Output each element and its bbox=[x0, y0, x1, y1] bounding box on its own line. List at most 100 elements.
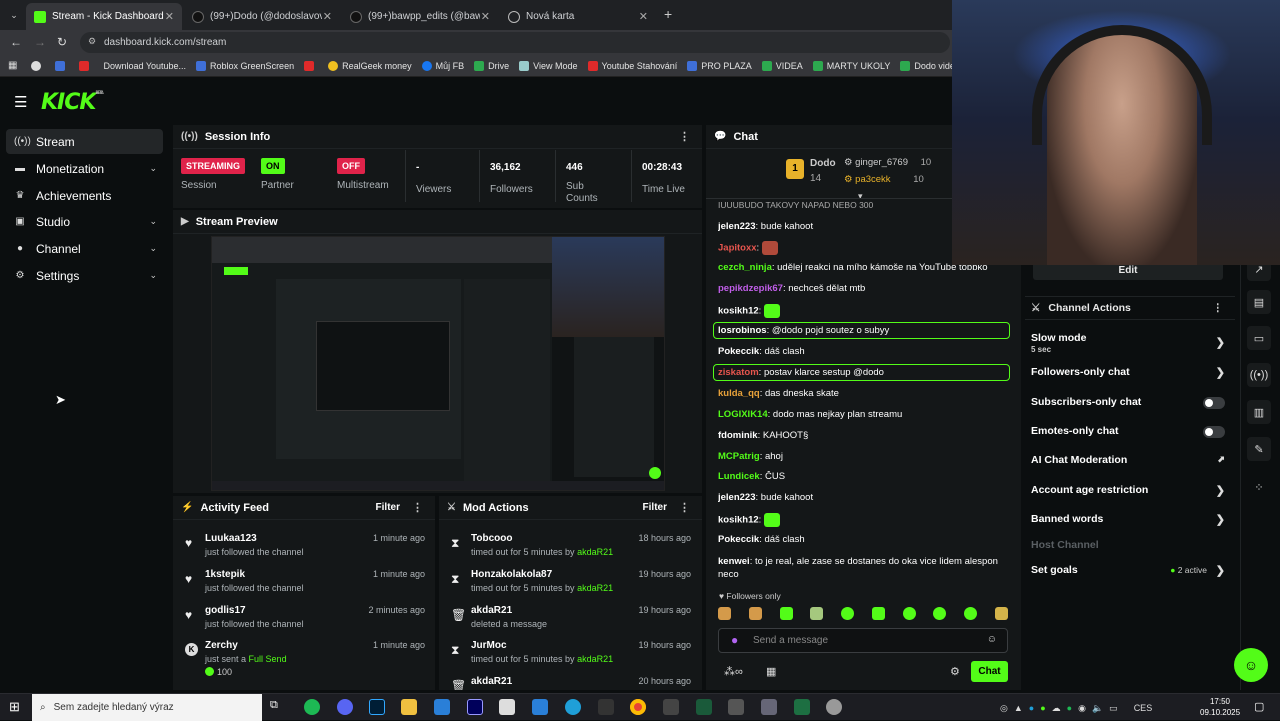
toolbar-stack-icon[interactable]: ▥ bbox=[1247, 400, 1271, 424]
bookmark-item[interactable]: MARTY UKOLY bbox=[812, 60, 890, 71]
emotes-only-toggle[interactable] bbox=[1203, 426, 1225, 438]
activity-user[interactable]: 1kstepik bbox=[205, 569, 245, 580]
emote-icon[interactable] bbox=[779, 606, 793, 620]
emote-icon[interactable] bbox=[841, 606, 855, 620]
mod-target-user[interactable]: akdaR21 bbox=[471, 605, 512, 616]
activity-user[interactable]: godlis17 bbox=[205, 605, 246, 616]
chat-input[interactable]: ● Send a message ☺ bbox=[718, 628, 1008, 653]
tray-icon[interactable]: ◉ bbox=[1078, 703, 1086, 714]
chat-username[interactable]: kosikh12 bbox=[718, 306, 759, 317]
bookmark-item[interactable]: Download Youtube... bbox=[103, 61, 186, 71]
activity-user[interactable]: Luukaa123 bbox=[205, 533, 257, 544]
emote-icon[interactable] bbox=[810, 606, 824, 620]
network-icon[interactable]: ▭ bbox=[1109, 703, 1118, 714]
menu-icon[interactable]: ☰ bbox=[14, 93, 27, 111]
filter-button[interactable]: Filter bbox=[376, 502, 400, 513]
tray-icon[interactable]: ☁ bbox=[1052, 703, 1061, 714]
action-subscribers-only-chat[interactable]: Subscribers-only chat bbox=[1031, 396, 1231, 409]
excel-icon[interactable] bbox=[794, 699, 810, 715]
calculator-icon[interactable] bbox=[728, 699, 744, 715]
chat-username[interactable]: losrobinos bbox=[718, 325, 767, 336]
emote-icon[interactable] bbox=[933, 606, 947, 620]
stream-preview-video[interactable] bbox=[211, 236, 665, 491]
chat-username[interactable]: jelen223 bbox=[718, 221, 756, 232]
chat-username[interactable]: jelen223 bbox=[718, 492, 756, 503]
close-tab-icon[interactable]: ✕ bbox=[165, 10, 174, 23]
action-followers-only-chat[interactable]: Followers-only chat ❯ bbox=[1031, 366, 1231, 379]
chat-username[interactable]: Japitoxx bbox=[718, 243, 757, 254]
windows-start-icon[interactable]: ⊞ bbox=[9, 699, 20, 715]
photoshop-icon[interactable] bbox=[369, 699, 385, 715]
chat-username[interactable]: kenwei bbox=[718, 556, 750, 567]
toolbar-chat-icon[interactable]: ▭ bbox=[1247, 326, 1271, 350]
activity-user[interactable]: Zerchy bbox=[205, 640, 238, 651]
notifications-icon[interactable]: ▢ bbox=[1254, 700, 1264, 713]
tab-kick-dashboard[interactable]: Stream - Kick Dashboard ✕ bbox=[26, 3, 182, 30]
bookmark-item[interactable] bbox=[55, 60, 69, 71]
epic-games-icon[interactable] bbox=[598, 699, 614, 715]
chrome-icon[interactable] bbox=[630, 699, 646, 715]
subscribers-only-toggle[interactable] bbox=[1203, 397, 1225, 409]
volume-icon[interactable]: 🔈 bbox=[1092, 703, 1103, 714]
app-icon[interactable] bbox=[434, 699, 450, 715]
kicks-icon[interactable]: ⁂∞ bbox=[724, 665, 743, 678]
sidebar-item-settings[interactable]: ⚙ Settings ⌄ bbox=[6, 263, 163, 288]
more-options-icon[interactable]: ⋮ bbox=[412, 501, 423, 514]
bookmark-item[interactable] bbox=[31, 60, 45, 71]
chat-username[interactable]: Lundicek bbox=[718, 471, 760, 482]
url-field[interactable]: ⚙ dashboard.kick.com/stream bbox=[80, 32, 950, 53]
bookmark-item[interactable]: Drive bbox=[474, 60, 509, 71]
premiere-icon[interactable] bbox=[467, 699, 483, 715]
chat-username[interactable]: cezch_ninja bbox=[718, 262, 772, 273]
clock[interactable]: 17:50 09.10.2025 bbox=[1200, 696, 1240, 718]
forward-icon[interactable]: → bbox=[34, 35, 46, 49]
tab-tiktok-dodo[interactable]: (99+)Dodo (@dodoslavovec) | T ✕ bbox=[184, 3, 340, 30]
toolbar-wrench-icon[interactable]: ✎ bbox=[1247, 437, 1271, 461]
chat-username[interactable]: MCPatrig bbox=[718, 451, 760, 462]
tray-icon[interactable]: ▲ bbox=[1014, 703, 1023, 713]
bookmark-item[interactable]: RealGeek money bbox=[328, 60, 412, 71]
mod-target-user[interactable]: Honzakolakola87 bbox=[471, 569, 552, 580]
bookmark-item[interactable]: View Mode bbox=[519, 60, 578, 71]
kick-logo[interactable]: KICKBETA bbox=[41, 90, 104, 115]
send-chat-button[interactable]: Chat bbox=[971, 661, 1008, 682]
kick-support-icon[interactable]: ☺ bbox=[1234, 648, 1268, 682]
taskbar-search[interactable]: ⌕ Sem zadejte hledaný výraz bbox=[32, 694, 262, 721]
app-icon[interactable] bbox=[826, 699, 842, 715]
chat-username[interactable]: Pokeccik bbox=[718, 346, 759, 357]
tray-icon[interactable]: ◎ bbox=[1000, 703, 1008, 714]
emote-icon[interactable] bbox=[964, 606, 978, 620]
site-info-icon[interactable]: ⚙ bbox=[88, 36, 96, 47]
emote-icon[interactable] bbox=[871, 606, 885, 620]
sidebar-item-studio[interactable]: ▣ Studio ⌄ bbox=[6, 209, 163, 234]
toolbar-group-icon[interactable]: ⁘ bbox=[1247, 475, 1271, 499]
mail-icon[interactable] bbox=[532, 699, 548, 715]
chat-username[interactable]: fdominik bbox=[718, 430, 758, 441]
chat-settings-icon[interactable]: ⚙ bbox=[950, 665, 960, 678]
app-icon[interactable] bbox=[696, 699, 712, 715]
leader-name[interactable]: Dodo bbox=[810, 158, 836, 169]
bookmark-item[interactable]: PRO PLAZA bbox=[687, 60, 752, 71]
close-tab-icon[interactable]: ✕ bbox=[323, 10, 332, 23]
emote-icon[interactable] bbox=[718, 606, 731, 620]
action-set-goals[interactable]: Set goals ● 2 active ❯ bbox=[1031, 564, 1231, 577]
bookmark-item[interactable] bbox=[304, 60, 318, 71]
chat-username[interactable]: Pokeccik bbox=[718, 534, 759, 545]
chat-username[interactable]: kulda_qq bbox=[718, 388, 760, 399]
more-options-icon[interactable]: ⋮ bbox=[679, 130, 690, 143]
emote-icon[interactable] bbox=[994, 606, 1008, 620]
emote-icon[interactable] bbox=[748, 606, 762, 620]
bookmark-item[interactable]: Roblox GreenScreen bbox=[196, 60, 294, 71]
action-ai-chat-moderation[interactable]: AI Chat Moderation ⬈ bbox=[1031, 454, 1231, 466]
emoji-icon[interactable]: ☺ bbox=[987, 634, 997, 645]
file-explorer-icon[interactable] bbox=[401, 699, 417, 715]
sidebar-item-channel[interactable]: ● Channel ⌄ bbox=[6, 236, 163, 261]
apps-icon[interactable]: ▦ bbox=[8, 60, 17, 71]
chat-username[interactable]: LOGIXIK14 bbox=[718, 409, 768, 420]
spotify-icon[interactable] bbox=[304, 699, 320, 715]
bookmark-item[interactable] bbox=[79, 60, 93, 71]
action-emotes-only-chat[interactable]: Emotes-only chat bbox=[1031, 425, 1231, 438]
sidebar-item-monetization[interactable]: ▬ Monetization ⌄ bbox=[6, 156, 163, 181]
toolbar-document-icon[interactable]: ▤ bbox=[1247, 290, 1271, 314]
bookmark-item[interactable]: VIDEA bbox=[761, 60, 803, 71]
